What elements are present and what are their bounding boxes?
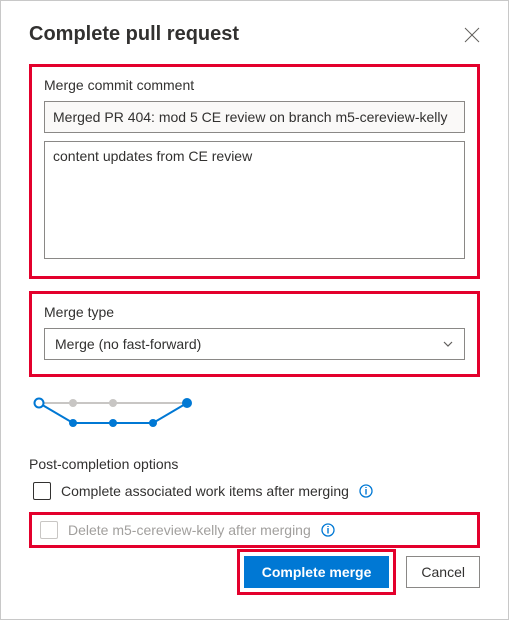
dialog-title: Complete pull request [29, 23, 239, 46]
option-label: Complete associated work items after mer… [61, 483, 349, 499]
commit-title-input[interactable] [44, 101, 465, 133]
close-icon[interactable] [464, 27, 480, 43]
dialog-header: Complete pull request [29, 23, 480, 46]
merge-type-section: Merge type Merge (no fast-forward) [29, 291, 480, 377]
complete-merge-highlight: Complete merge [237, 549, 397, 595]
commit-comment-section: Merge commit comment [29, 64, 480, 279]
option-complete-work-items[interactable]: Complete associated work items after mer… [29, 482, 480, 500]
svg-text:i: i [326, 526, 329, 537]
option-label: Delete m5-cereview-kelly after merging [68, 522, 311, 538]
info-icon[interactable]: i [321, 523, 335, 537]
complete-merge-button[interactable]: Complete merge [244, 556, 390, 588]
dialog-footer: Complete merge Cancel [237, 549, 480, 595]
commit-comment-label: Merge commit comment [44, 77, 465, 93]
merge-type-value: Merge (no fast-forward) [55, 336, 201, 352]
svg-text:i: i [365, 487, 368, 498]
post-completion-label: Post-completion options [29, 456, 480, 472]
chevron-down-icon [442, 338, 454, 350]
info-icon[interactable]: i [359, 484, 373, 498]
complete-pr-dialog: Complete pull request Merge commit comme… [0, 0, 509, 620]
merge-type-label: Merge type [44, 304, 465, 320]
cancel-button[interactable]: Cancel [406, 556, 480, 588]
merge-type-select[interactable]: Merge (no fast-forward) [44, 328, 465, 360]
git-graph-icon [33, 395, 193, 431]
option-delete-branch: Delete m5-cereview-kelly after merging i [40, 521, 469, 539]
checkbox-icon[interactable] [33, 482, 51, 500]
option-delete-branch-highlight: Delete m5-cereview-kelly after merging i [29, 512, 480, 548]
checkbox-icon [40, 521, 58, 539]
commit-description-input[interactable] [44, 141, 465, 259]
